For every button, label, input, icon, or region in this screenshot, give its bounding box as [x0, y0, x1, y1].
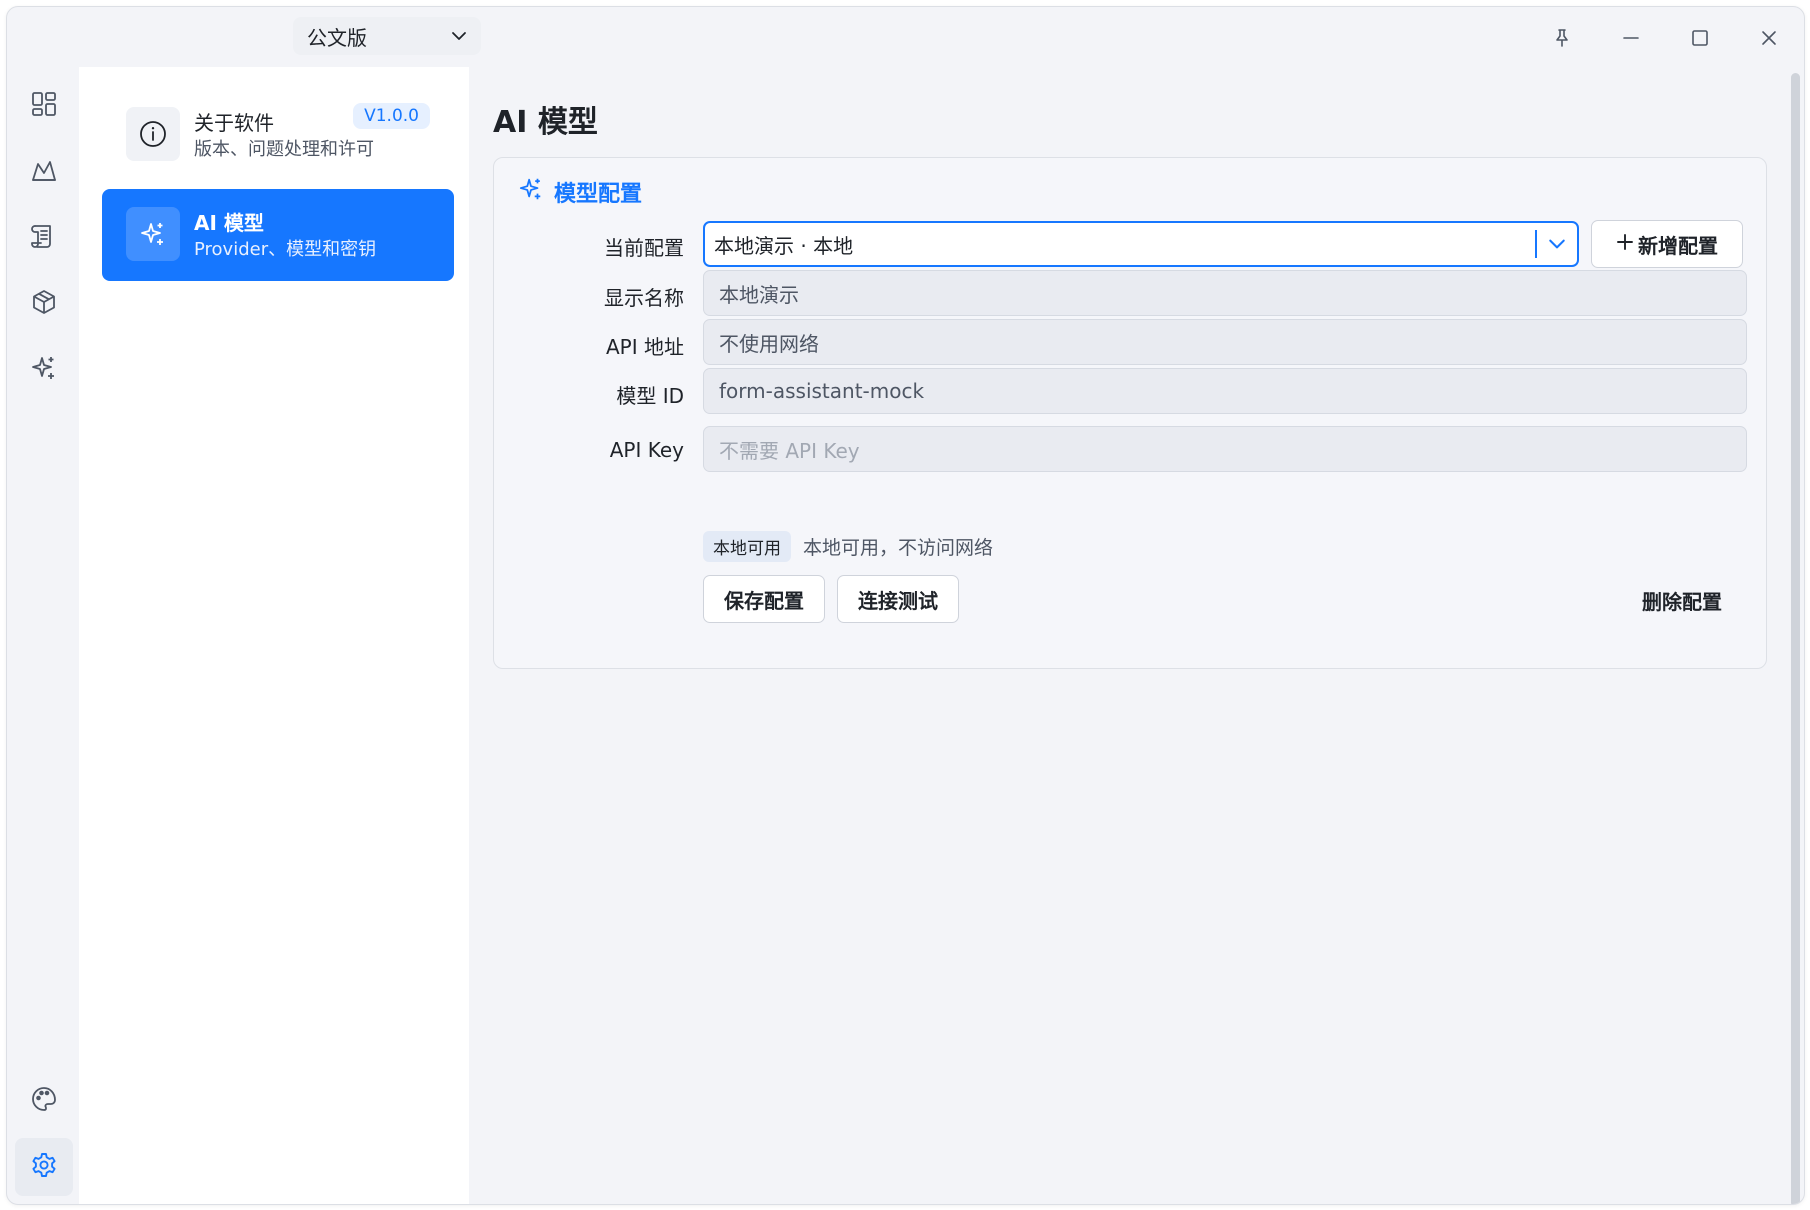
save-config-button[interactable]: 保存配置 [703, 575, 825, 623]
add-config-button[interactable]: 新增配置 [1591, 220, 1743, 268]
nav-item-about[interactable]: 关于软件 版本、问题处理和许可 V1.0.0 [102, 89, 454, 181]
app-window: 公文版 关于软件 版本、问题处理和许可 V1.0.0 AI 模型 Provide… [6, 6, 1805, 1205]
minimize-icon[interactable] [1614, 21, 1648, 55]
model-config-card: 模型配置 当前配置 本地演示 · 本地 新增配置 显示名称 本地演示 API 地… [493, 157, 1767, 669]
display-name-value: 本地演示 [719, 282, 799, 307]
rail-chart[interactable] [15, 143, 73, 201]
page-title: AI 模型 [493, 105, 598, 140]
rail-theme[interactable] [15, 1072, 73, 1130]
rail-settings[interactable] [15, 1138, 73, 1196]
chevron-down-icon [1537, 235, 1577, 253]
add-config-label: 新增配置 [1638, 233, 1718, 258]
test-connection-label: 连接测试 [858, 588, 938, 613]
edition-dropdown[interactable]: 公文版 [293, 17, 481, 55]
document-icon [30, 222, 58, 254]
model-id-value: form-assistant-mock [719, 379, 925, 403]
api-key-field[interactable]: 不需要 API Key [703, 426, 1747, 472]
maximize-icon[interactable] [1683, 21, 1717, 55]
sparkle-icon [126, 207, 180, 261]
api-key-label: API Key [609, 438, 684, 462]
version-badge: V1.0.0 [353, 103, 430, 129]
sparkle-icon [30, 354, 58, 386]
settings-sidebar: 关于软件 版本、问题处理和许可 V1.0.0 AI 模型 Provider、模型… [79, 67, 469, 1204]
api-url-label: API 地址 [606, 335, 684, 359]
palette-icon [30, 1085, 58, 1117]
current-config-label: 当前配置 [604, 236, 684, 260]
current-config-select[interactable]: 本地演示 · 本地 [703, 221, 1579, 267]
rail-package[interactable] [15, 275, 73, 333]
test-connection-button[interactable]: 连接测试 [837, 575, 959, 623]
close-icon[interactable] [1752, 21, 1786, 55]
nav-item-title: 关于软件 [194, 111, 274, 135]
vertical-scrollbar[interactable] [1791, 73, 1800, 1204]
status-text: 本地可用，不访问网络 [803, 537, 994, 559]
info-icon [126, 107, 180, 161]
display-name-label: 显示名称 [604, 286, 684, 310]
rail-dashboard[interactable] [15, 77, 73, 135]
rail-documents[interactable] [15, 209, 73, 267]
package-icon [30, 288, 58, 320]
display-name-field[interactable]: 本地演示 [703, 270, 1747, 316]
delete-config-button[interactable]: 删除配置 [1642, 586, 1722, 615]
model-id-field[interactable]: form-assistant-mock [703, 368, 1747, 414]
save-config-label: 保存配置 [724, 588, 804, 613]
sparkle-icon [518, 176, 544, 208]
api-url-field[interactable]: 不使用网络 [703, 319, 1747, 365]
dashboard-icon [30, 90, 58, 122]
chevron-down-icon [451, 28, 467, 44]
api-key-placeholder: 不需要 API Key [719, 438, 860, 463]
card-title: 模型配置 [554, 182, 643, 207]
nav-item-title: AI 模型 [194, 211, 264, 235]
api-url-value: 不使用网络 [719, 331, 819, 356]
model-id-label: 模型 ID [616, 384, 684, 408]
chart-icon [30, 156, 58, 188]
card-header: 模型配置 [518, 176, 642, 208]
plus-icon [1616, 232, 1634, 256]
nav-item-subtitle: Provider、模型和密钥 [194, 239, 377, 260]
rail-ai[interactable] [15, 341, 73, 399]
current-config-value: 本地演示 · 本地 [714, 233, 854, 258]
settings-icon [30, 1151, 58, 1183]
nav-item-ai-model[interactable]: AI 模型 Provider、模型和密钥 [102, 189, 454, 281]
pin-icon[interactable] [1545, 21, 1579, 55]
status-badge: 本地可用 [703, 531, 791, 562]
nav-item-subtitle: 版本、问题处理和许可 [194, 139, 374, 160]
edition-label: 公文版 [307, 25, 367, 50]
